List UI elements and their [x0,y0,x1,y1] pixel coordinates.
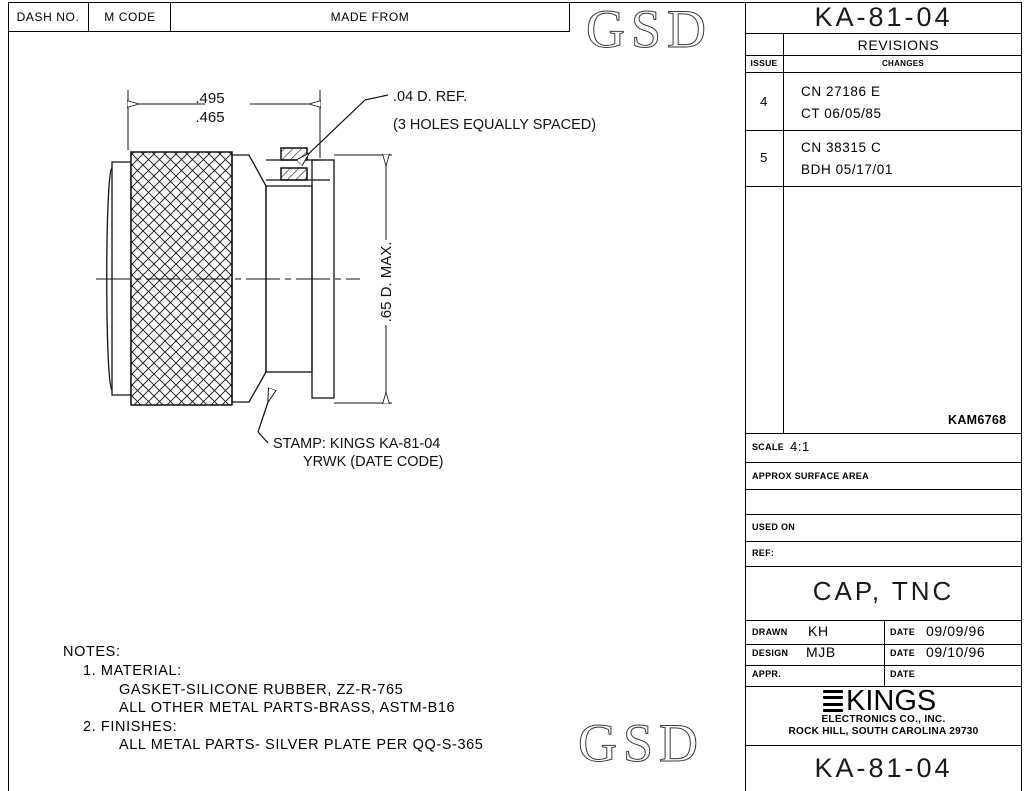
logo-row-bottom [745,745,1022,747]
revisions-col-issue: ISSUE [750,58,778,68]
dim-length-min: .465 [195,109,224,126]
company-name: KINGS [846,685,937,717]
surface-area-row-bottom [745,489,1022,491]
drawn-label: DRAWN [752,627,788,637]
notes-item-1: GASKET-SILICONE RUBBER, ZZ-R-765 [119,682,404,698]
doc-code: KAM6768 [948,413,1007,427]
rev-hr-2 [745,55,1022,57]
design-label: DESIGN [752,648,789,658]
scale-label: SCALE [752,442,785,452]
design-date-value: 09/10/96 [926,644,986,660]
dim-diameter: .65 D. MAX. [378,242,395,323]
bottom-part-number: KA-81-04 [814,753,953,783]
notes-item-3: 2. FINISHES: [83,719,178,735]
revision-change-0-line1: CN 27186 E [801,84,881,99]
drawn-value: KH [808,623,829,639]
notes-item-0: 1. MATERIAL: [83,663,182,679]
rev-hr-1 [745,33,1022,35]
part-number-header: KA-81-04 [814,2,953,32]
rev-hr-4 [745,130,1022,132]
scale-value: 4:1 [790,439,810,454]
border-right [1021,2,1023,791]
right-panel-divider [745,2,747,791]
revision-change-0-line2: CT 06/05/85 [801,106,882,121]
revision-issue-1: 5 [760,150,768,165]
crown-icon [823,690,843,712]
drawn-date-value: 09/09/96 [926,623,986,639]
rev-body-bottom [745,433,1022,435]
dim-hole-ref: .04 D. REF. [393,89,467,105]
revision-change-1-line1: CN 38315 C [801,140,882,155]
drawn-col-divider [884,620,886,686]
ref-label: REF: [752,548,775,558]
description: CAP, TNC [812,576,955,606]
revisions-title: REVISIONS [857,37,940,53]
design-value: MJB [806,644,836,660]
stamp-line2: YRWK (DATE CODE) [303,454,443,470]
revisions-col-changes: CHANGES [881,59,925,68]
notes-item-4: ALL METAL PARTS- SILVER PLATE PER QQ-S-3… [119,737,484,753]
drawing-sheet: DASH NO. M CODE MADE FROM GSD GSD KA-81-… [0,0,1024,791]
approx-surface-area-label: APPROX SURFACE AREA [752,471,869,481]
revision-issue-0: 4 [760,94,768,109]
used-on-row-bottom [745,541,1022,543]
rev-hr-5 [745,186,1022,188]
design-date-label: DATE [890,648,916,658]
appr-date-label: DATE [890,669,916,679]
blank-row-bottom [745,514,1022,516]
rev-col-divider [783,33,785,433]
rev-hr-3 [745,72,1022,74]
revision-change-1-line2: BDH 05/17/01 [801,162,894,177]
drawn-date-label: DATE [890,627,916,637]
dim-hole-note: (3 HOLES EQUALLY SPACED) [393,117,596,133]
dim-length-max: .495 [195,90,224,107]
scale-row-bottom [745,462,1022,464]
stamp-line1: STAMP: KINGS KA-81-04 [273,436,440,452]
notes-item-2: ALL OTHER METAL PARTS-BRASS, ASTM-B16 [119,700,456,716]
used-on-label: USED ON [752,522,796,532]
company-line1: ELECTRONICS CO., INC. [821,714,946,725]
notes-heading: NOTES: [63,644,121,660]
company-line2: ROCK HILL, SOUTH CAROLINA 29730 [788,726,979,737]
ref-row-bottom [745,566,1022,568]
appr-label: APPR. [752,669,782,679]
